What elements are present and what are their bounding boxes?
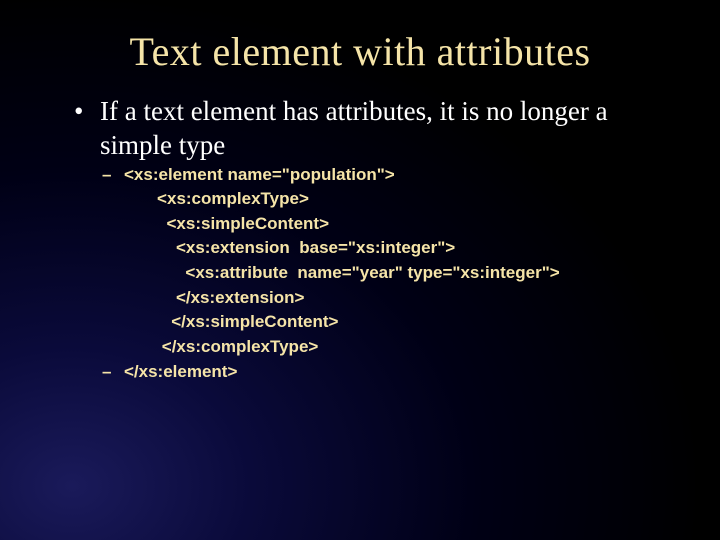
bullet-list-level1: If a text element has attributes, it is … [70, 95, 680, 384]
bullet-list-level2: </xs:element> [100, 360, 680, 385]
code-line: </xs:simpleContent> [100, 310, 680, 335]
code-line: <xs:extension base="xs:integer"> [100, 236, 680, 261]
bullet-item: If a text element has attributes, it is … [70, 95, 680, 384]
code-line: </xs:complexType> [100, 335, 680, 360]
slide-body: If a text element has attributes, it is … [0, 95, 720, 384]
code-line: <xs:attribute name="year" type="xs:integ… [100, 261, 680, 286]
bullet-text: If a text element has attributes, it is … [100, 96, 608, 160]
slide-title: Text element with attributes [0, 0, 720, 95]
code-line: </xs:element> [100, 360, 680, 385]
code-line: <xs:complexType> [100, 187, 680, 212]
slide: Text element with attributes If a text e… [0, 0, 720, 540]
code-line: <xs:element name="population"> [100, 163, 680, 188]
bullet-list-level2: <xs:element name="population"> [100, 163, 680, 188]
code-line: </xs:extension> [100, 286, 680, 311]
code-line: <xs:simpleContent> [100, 212, 680, 237]
